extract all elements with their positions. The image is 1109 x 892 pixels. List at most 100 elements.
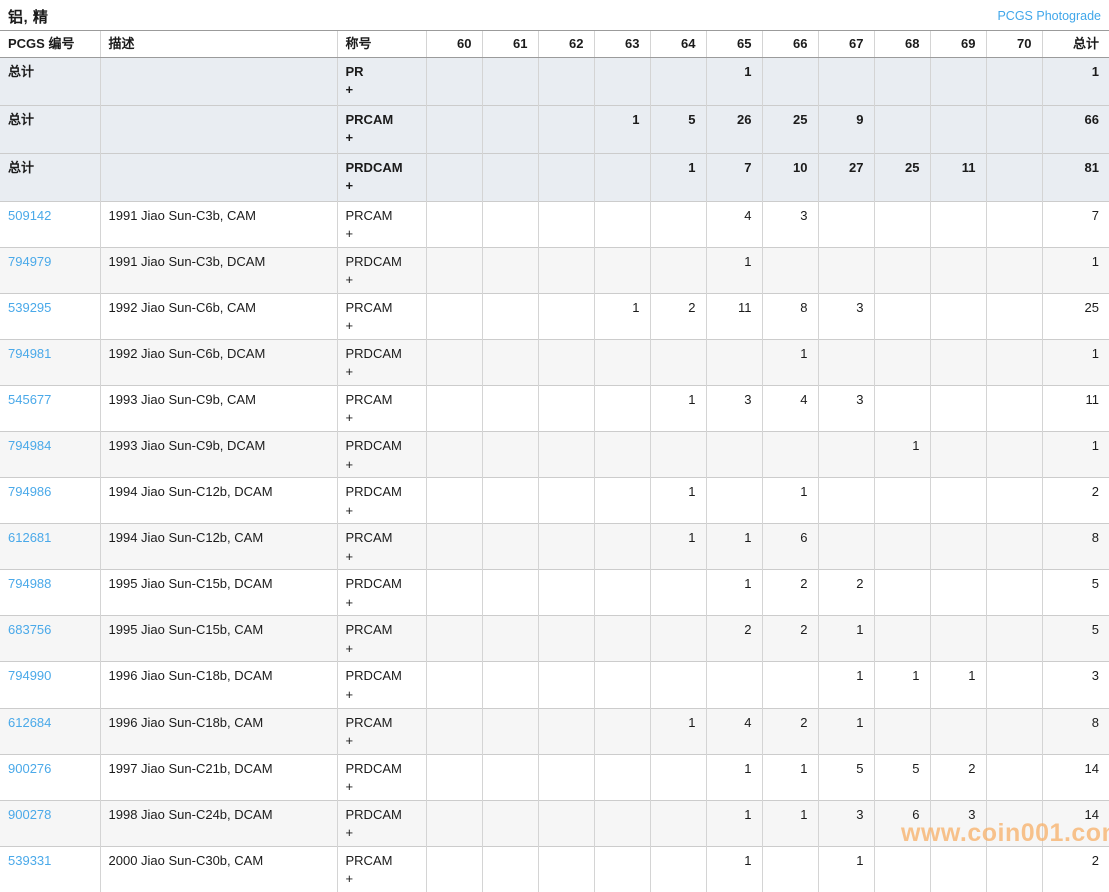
grade-60-cell — [426, 57, 482, 105]
grade-60-cell — [426, 432, 482, 478]
grade-67-cell: 1 — [818, 616, 874, 662]
pcgs-number-link[interactable]: 900278 — [8, 807, 51, 822]
grade-68-cell — [874, 201, 930, 247]
grade-60-cell — [426, 524, 482, 570]
summary-row-label-cell: 总计 — [0, 105, 100, 153]
grade-65-cell: 2 — [706, 616, 762, 662]
grade-64-cell: 1 — [650, 524, 706, 570]
pcgs-number-link[interactable]: 539295 — [8, 300, 51, 315]
grade-67-cell — [818, 432, 874, 478]
designation-label: PRDCAM — [346, 253, 416, 271]
grade-70-cell — [986, 293, 1042, 339]
total-cell: 1 — [1042, 247, 1109, 293]
pcgs-number-cell: 794986 — [0, 478, 100, 524]
grade-62-cell — [538, 662, 594, 708]
pcgs-photograde-link[interactable]: PCGS Photograde — [997, 9, 1101, 23]
grade-64-cell — [650, 432, 706, 478]
pcgs-number-cell: 683756 — [0, 616, 100, 662]
designation-plus: + — [346, 640, 416, 658]
grade-66-cell: 2 — [762, 708, 818, 754]
pcgs-number-link[interactable]: 794984 — [8, 438, 51, 453]
pcgs-number-link[interactable]: 794981 — [8, 346, 51, 361]
description-cell: 1994 Jiao Sun-C12b, DCAM — [100, 478, 337, 524]
grade-68-cell — [874, 105, 930, 153]
grade-63-cell — [594, 201, 650, 247]
grade-66-cell: 6 — [762, 524, 818, 570]
grade-68-cell: 5 — [874, 754, 930, 800]
pcgs-number-link[interactable]: 794979 — [8, 254, 51, 269]
pcgs-number-link[interactable]: 900276 — [8, 761, 51, 776]
grade-65-cell: 4 — [706, 708, 762, 754]
grade-62-cell — [538, 616, 594, 662]
grade-67-cell — [818, 201, 874, 247]
grade-68-cell — [874, 524, 930, 570]
designation-cell: PRDCAM+ — [337, 662, 426, 708]
pcgs-number-cell: 794984 — [0, 432, 100, 478]
table-row: 9002781998 Jiao Sun-C24b, DCAMPRDCAM+113… — [0, 800, 1109, 846]
grade-65-cell: 1 — [706, 570, 762, 616]
description-cell: 1992 Jiao Sun-C6b, CAM — [100, 293, 337, 339]
designation-label: PRDCAM — [346, 760, 416, 778]
grade-67-cell — [818, 247, 874, 293]
pcgs-number-link[interactable]: 794988 — [8, 576, 51, 591]
pcgs-number-link[interactable]: 509142 — [8, 208, 51, 223]
grade-69-cell: 11 — [930, 153, 986, 201]
grade-69-cell — [930, 339, 986, 385]
grade-60-cell — [426, 708, 482, 754]
grade-62-cell — [538, 201, 594, 247]
grade-64-cell — [650, 754, 706, 800]
designation-plus: + — [346, 81, 416, 99]
col-header-grade-66: 66 — [762, 31, 818, 58]
pcgs-number-cell: 900278 — [0, 800, 100, 846]
grade-66-cell — [762, 432, 818, 478]
description-cell: 1992 Jiao Sun-C6b, DCAM — [100, 339, 337, 385]
designation-plus: + — [346, 363, 416, 381]
grade-61-cell — [482, 524, 538, 570]
grade-61-cell — [482, 478, 538, 524]
grade-65-cell: 7 — [706, 153, 762, 201]
pcgs-number-link[interactable]: 683756 — [8, 622, 51, 637]
grade-60-cell — [426, 478, 482, 524]
grade-65-cell — [706, 662, 762, 708]
pcgs-number-link[interactable]: 612684 — [8, 715, 51, 730]
designation-label: PRDCAM — [346, 667, 416, 685]
table-row: 7949791991 Jiao Sun-C3b, DCAMPRDCAM+11 — [0, 247, 1109, 293]
grade-60-cell — [426, 153, 482, 201]
grade-67-cell: 3 — [818, 293, 874, 339]
grade-69-cell — [930, 478, 986, 524]
pcgs-number-link[interactable]: 794990 — [8, 668, 51, 683]
grade-69-cell — [930, 570, 986, 616]
summary-row-label-cell: 总计 — [0, 57, 100, 105]
grade-63-cell — [594, 247, 650, 293]
description-cell: 1994 Jiao Sun-C12b, CAM — [100, 524, 337, 570]
pcgs-number-cell: 794988 — [0, 570, 100, 616]
grade-69-cell: 2 — [930, 754, 986, 800]
grade-66-cell: 1 — [762, 754, 818, 800]
grade-65-cell: 1 — [706, 57, 762, 105]
description-cell: 1995 Jiao Sun-C15b, DCAM — [100, 570, 337, 616]
grade-66-cell — [762, 247, 818, 293]
pcgs-number-link[interactable]: 794986 — [8, 484, 51, 499]
grade-68-cell: 1 — [874, 432, 930, 478]
pcgs-number-link[interactable]: 545677 — [8, 392, 51, 407]
col-header-grade-61: 61 — [482, 31, 538, 58]
designation-cell: PRCAM+ — [337, 846, 426, 892]
pcgs-number-link[interactable]: 612681 — [8, 530, 51, 545]
designation-plus: + — [346, 271, 416, 289]
pcgs-number-link[interactable]: 539331 — [8, 853, 51, 868]
total-cell: 2 — [1042, 478, 1109, 524]
grade-64-cell — [650, 339, 706, 385]
grade-70-cell — [986, 105, 1042, 153]
grade-61-cell — [482, 293, 538, 339]
grade-67-cell — [818, 339, 874, 385]
designation-label: PRDCAM — [346, 437, 416, 455]
grade-64-cell: 1 — [650, 478, 706, 524]
grade-61-cell — [482, 616, 538, 662]
grade-69-cell — [930, 105, 986, 153]
grade-63-cell — [594, 339, 650, 385]
pcgs-number-cell: 539331 — [0, 846, 100, 892]
grade-70-cell — [986, 662, 1042, 708]
pcgs-number-cell: 794981 — [0, 339, 100, 385]
col-header-grade-63: 63 — [594, 31, 650, 58]
col-header-designation: 称号 — [337, 31, 426, 58]
